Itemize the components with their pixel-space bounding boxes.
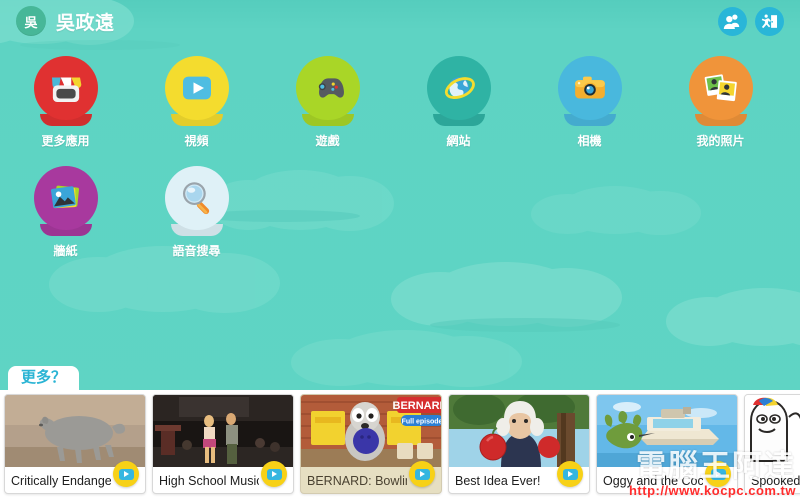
- top-bar: 吳 吳政遠: [0, 0, 800, 42]
- card-title: Spooked!: [751, 474, 800, 488]
- app-label: 相機: [577, 134, 602, 148]
- app-games[interactable]: 遊戲: [262, 48, 393, 158]
- exit-button[interactable]: [755, 6, 784, 36]
- list-item[interactable]: High School Musical ...: [152, 394, 294, 494]
- play-icon: [118, 468, 134, 480]
- top-bar-actions: [718, 6, 792, 36]
- photos-icon: [704, 74, 737, 102]
- list-item[interactable]: Critically Endangere...: [4, 394, 146, 494]
- card-title: Critically Endangere...: [11, 474, 111, 488]
- card-title: Best Idea Ever!: [455, 474, 541, 488]
- svg-text:BERNARD: BERNARD: [393, 400, 443, 412]
- app-grid: 更多應用 視頻 遊戲 網站 相機 我的照片 牆紙 語音搜尋: [0, 48, 800, 268]
- page-title: 吳政遠: [56, 12, 115, 34]
- app-more-apps[interactable]: 更多應用: [0, 48, 131, 158]
- wallpaper-icon: [50, 185, 79, 209]
- users-icon: [723, 14, 740, 29]
- bottom-drawer: 更多？ Critically Endang High School Musi B…: [0, 366, 800, 500]
- app-label: 更多應用: [41, 134, 90, 148]
- card-title: High School Musical ...: [159, 474, 259, 488]
- thumb-newton: [449, 395, 589, 467]
- desktop-root: 吳 吳政遠 更多應用 視頻 遊戲 網站 相機 我的照片 牆紙 語音搜尋 更多？ …: [0, 0, 800, 500]
- more-tab[interactable]: 更多？: [8, 366, 80, 392]
- exit-door-icon: [761, 14, 778, 28]
- app-row-2: 牆紙 語音搜尋: [0, 158, 800, 268]
- svg-text:Full episode: Full episode: [402, 419, 442, 426]
- list-item[interactable]: Best Idea Ever!: [448, 394, 590, 494]
- thumb-oggy: [597, 395, 737, 467]
- app-camera[interactable]: 相機: [524, 48, 655, 158]
- video-play-icon: [182, 76, 211, 100]
- thumb-rhino: [5, 395, 145, 467]
- thumb-stage: [153, 395, 293, 467]
- avatar[interactable]: 吳: [16, 6, 46, 36]
- switch-user-button[interactable]: [718, 6, 747, 36]
- list-item[interactable]: Spooked!: [744, 394, 800, 494]
- card-thumbnail: [5, 395, 145, 467]
- card-thumbnail: [597, 395, 737, 467]
- store-icon: [51, 77, 81, 102]
- card-thumbnail: [153, 395, 293, 467]
- recommendation-strip[interactable]: Critically Endangere...: [0, 394, 800, 498]
- app-wallpaper[interactable]: 牆紙: [0, 158, 131, 268]
- app-row-1: 更多應用 視頻 遊戲 網站 相機 我的照片: [0, 48, 800, 158]
- app-video[interactable]: 視頻: [131, 48, 262, 158]
- play-icon: [266, 468, 282, 480]
- play-button[interactable]: [705, 461, 731, 487]
- list-item[interactable]: BERNARD Full episode BERNARD: Bowling: [300, 394, 442, 494]
- app-label: 語音搜尋: [172, 244, 221, 258]
- app-websites[interactable]: 網站: [393, 48, 524, 158]
- thumb-bernard: BERNARD Full episode: [301, 395, 443, 467]
- list-item[interactable]: Oggy and the Cockro...: [596, 394, 738, 494]
- card-title: BERNARD: Bowling: [307, 474, 407, 488]
- play-button[interactable]: [113, 461, 139, 487]
- app-my-photos[interactable]: 我的照片: [655, 48, 786, 158]
- app-label: 我的照片: [696, 134, 745, 148]
- play-icon: [414, 468, 430, 480]
- camera-icon: [574, 76, 605, 99]
- gamepad-icon: [318, 78, 344, 98]
- globe-icon: [444, 77, 475, 99]
- magnifier-icon: [182, 182, 209, 215]
- card-thumbnail: [449, 395, 589, 467]
- play-button[interactable]: [557, 461, 583, 487]
- card-thumbnail: BERNARD Full episode: [301, 395, 443, 467]
- card-title: Oggy and the Cockro...: [603, 474, 703, 488]
- play-button[interactable]: [409, 461, 435, 487]
- play-button[interactable]: [261, 461, 287, 487]
- play-icon: [562, 468, 578, 480]
- app-label: 牆紙: [53, 244, 78, 258]
- app-label: 視頻: [184, 134, 209, 148]
- app-label: 網站: [446, 134, 471, 148]
- app-label: 遊戲: [315, 134, 340, 148]
- thumb-spooked: [745, 395, 800, 467]
- play-icon: [710, 468, 726, 480]
- card-thumbnail: [745, 395, 800, 467]
- app-voice-search[interactable]: 語音搜尋: [131, 158, 262, 268]
